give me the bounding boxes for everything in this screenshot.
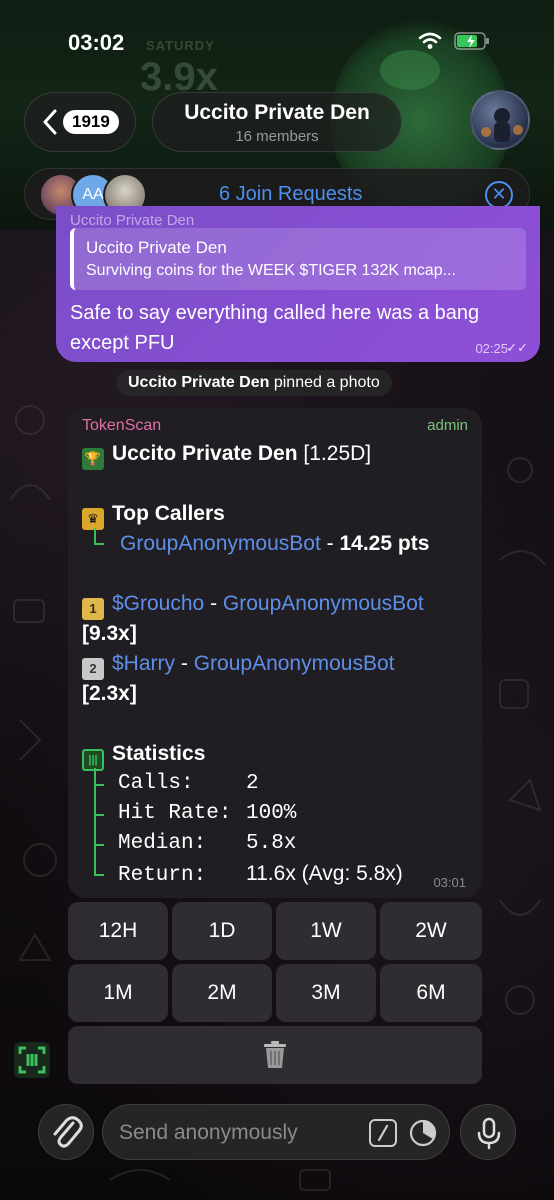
rank-1-badge-icon: 1 [82, 598, 104, 620]
top-caller-line: GroupAnonymousBot - 14.25 pts [120, 532, 429, 556]
message-text: Safe to say everything called here was a… [70, 302, 480, 354]
service-message: Uccito Private Den pinned a photo [116, 370, 392, 396]
period-button-2w[interactable]: 2W [380, 902, 482, 960]
reply-preview[interactable]: Uccito Private Den Surviving coins for t… [70, 228, 526, 290]
command-icon[interactable] [369, 1119, 397, 1147]
voice-record-button[interactable] [460, 1104, 516, 1160]
unread-count-badge: 1919 [63, 110, 119, 134]
period-button-1d[interactable]: 1D [172, 902, 272, 960]
token-link[interactable]: $Groucho [112, 592, 204, 615]
tree-connector [94, 814, 104, 816]
top-callers-heading: Top Callers [112, 502, 225, 525]
separator: - [210, 592, 218, 615]
top-callers-heading-line: ♛ Top Callers [82, 502, 225, 530]
delete-button[interactable] [68, 1026, 482, 1084]
back-chevron-icon [43, 109, 57, 135]
close-icon[interactable]: ✕ [485, 181, 513, 209]
chat-title: Uccito Private Den [184, 101, 370, 124]
stat-row: Return: 11.6x (Avg: 5.8x) [118, 862, 403, 887]
rank-1-multiplier: [9.3x] [82, 622, 137, 645]
group-name: Uccito Private Den [112, 442, 298, 465]
separator: - [326, 532, 334, 555]
stat-value: 11.6x (Avg: 5.8x) [246, 862, 403, 885]
message-time: 02:25 [475, 341, 508, 356]
service-action: pinned a photo [273, 374, 380, 391]
separator: - [180, 652, 188, 675]
period-button-1w[interactable]: 1W [276, 902, 376, 960]
member-count: 16 members [235, 128, 319, 145]
admin-tag: admin [427, 417, 468, 434]
period-button-2m[interactable]: 2M [172, 964, 272, 1022]
wifi-icon [418, 32, 442, 49]
status-bar: 03:02 [0, 0, 554, 82]
message-input[interactable] [119, 1117, 359, 1149]
outgoing-message[interactable]: Uccito Private Den Uccito Private Den Su… [56, 206, 540, 362]
tree-connector [94, 543, 104, 545]
status-time: 03:02 [68, 30, 125, 55]
rank-2-multiplier: [2.3x] [82, 682, 137, 705]
tree-connector [94, 844, 104, 846]
forwarded-sender: Uccito Private Den [70, 212, 195, 229]
join-requests-label: 6 Join Requests [219, 183, 363, 205]
stat-row: Median: 5.8x [118, 832, 296, 855]
stat-value: 5.8x [246, 832, 297, 855]
read-checkmarks-icon: ✓✓ [506, 340, 528, 355]
stat-label: Return: [118, 864, 207, 887]
microphone-icon [477, 1117, 501, 1150]
top-caller-points: 14.25 pts [339, 532, 430, 555]
stat-row: Hit Rate: 100% [118, 802, 296, 825]
stat-row: Calls: 2 [118, 772, 259, 795]
back-button[interactable]: 1919 [24, 92, 136, 152]
period-button-6m[interactable]: 6M [380, 964, 482, 1022]
period: [1.25D] [303, 442, 372, 465]
statistics-heading: Statistics [112, 742, 206, 765]
rank-2-badge-icon: 2 [82, 658, 104, 680]
battery-icon [454, 32, 489, 50]
crown-icon: ♛ [82, 508, 104, 530]
bot-sender-name[interactable]: TokenScan [82, 417, 161, 435]
stat-label: Calls: [118, 772, 194, 795]
slash-glyph [377, 1124, 389, 1142]
service-actor: Uccito Private Den [128, 374, 270, 391]
reply-text: Surviving coins for the WEEK $TIGER 132K… [86, 262, 456, 279]
bot-message[interactable]: TokenScan admin 🏆 Uccito Private Den [1.2… [68, 408, 482, 898]
stat-label: Median: [118, 832, 207, 855]
schedule-icon[interactable] [409, 1119, 437, 1147]
stat-value: 100% [246, 802, 297, 825]
attach-button[interactable] [38, 1104, 94, 1160]
period-button-3m[interactable]: 3M [276, 964, 376, 1022]
trophy-icon: 🏆 [82, 448, 104, 470]
paperclip-icon [53, 1116, 83, 1148]
tree-connector [94, 874, 104, 876]
scan-icon[interactable] [14, 1042, 50, 1078]
token-link[interactable]: $Harry [112, 652, 175, 675]
period-button-12h[interactable]: 12H [68, 902, 168, 960]
rank-2-line: 2 $Harry - GroupAnonymousBot [82, 652, 395, 680]
statistics-icon: ||| [82, 749, 104, 771]
tree-connector [94, 784, 104, 786]
stat-label: Hit Rate: [118, 802, 232, 825]
message-time: 03:01 [433, 875, 466, 890]
group-avatar[interactable] [470, 90, 530, 150]
top-caller-link[interactable]: GroupAnonymousBot [120, 532, 321, 555]
message-input-container[interactable] [102, 1104, 450, 1160]
caller-link[interactable]: GroupAnonymousBot [194, 652, 395, 675]
period-button-1m[interactable]: 1M [68, 964, 168, 1022]
chat-header[interactable]: Uccito Private Den 16 members [152, 92, 402, 152]
reply-title: Uccito Private Den [86, 238, 227, 257]
statistics-heading-line: ||| Statistics [82, 742, 205, 771]
caller-link[interactable]: GroupAnonymousBot [223, 592, 424, 615]
group-title-line: 🏆 Uccito Private Den [1.25D] [82, 442, 371, 470]
rank-1-line: 1 $Groucho - GroupAnonymousBot [82, 592, 424, 620]
trash-icon [264, 1041, 286, 1069]
tree-connector [94, 528, 96, 544]
stat-value: 2 [246, 772, 259, 795]
